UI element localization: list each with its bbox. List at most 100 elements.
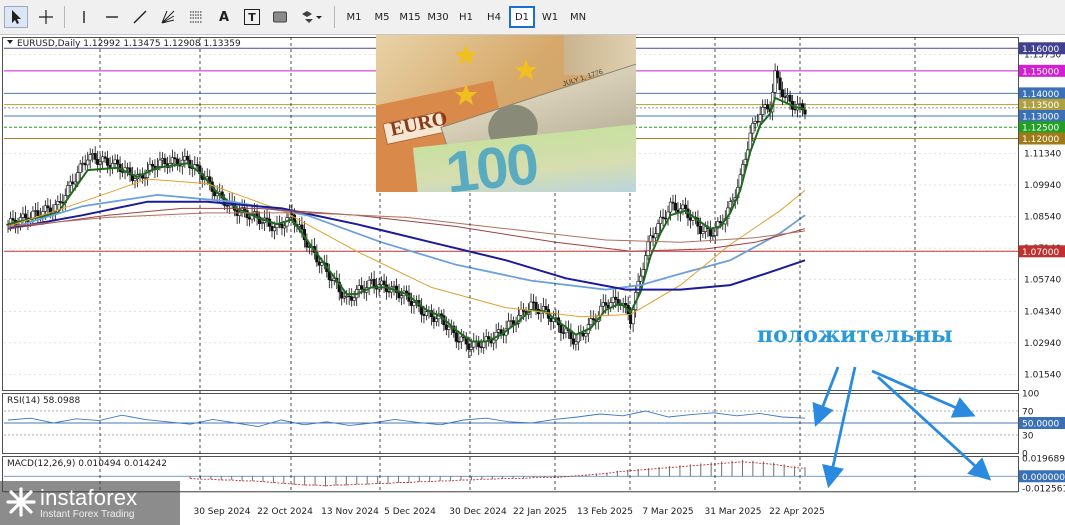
price-level-label: 1.13000 — [1022, 112, 1059, 122]
candle-body — [492, 339, 496, 344]
price-tick-label: 1.09940 — [1024, 181, 1061, 191]
candle-body — [447, 326, 451, 330]
candle-body — [544, 306, 548, 310]
toolbar: A T M1 M5 M15 M30 H1 H4 D1 W1 MN — [0, 0, 1065, 35]
trendline-icon[interactable] — [128, 6, 152, 28]
candle-body — [641, 269, 645, 277]
candle-body — [758, 114, 762, 122]
candle-body — [761, 107, 765, 115]
candle-body — [778, 77, 782, 90]
text-label-icon[interactable]: T — [240, 6, 264, 28]
candle-body — [584, 333, 588, 337]
candle-body — [487, 336, 491, 340]
candle-body — [367, 279, 371, 289]
rsi-tick-label: 100 — [1022, 390, 1039, 400]
candle-body — [454, 332, 458, 342]
timeframe-h1[interactable]: H1 — [453, 6, 479, 28]
logo-mark-icon — [6, 487, 36, 517]
candle-body — [66, 185, 70, 196]
fibonacci-retracement-icon[interactable] — [184, 6, 208, 28]
timeframe-mn[interactable]: MN — [565, 6, 591, 28]
candle-body — [106, 158, 110, 166]
candle-body — [653, 233, 658, 239]
candle-body — [434, 318, 438, 322]
cursor-arrow-icon[interactable] — [4, 6, 28, 28]
rsi-value-label: 50.0000 — [1022, 420, 1059, 430]
candle-body — [372, 278, 376, 287]
date-label: 22 Apr 2025 — [769, 507, 825, 517]
timeframe-w1[interactable]: W1 — [537, 6, 563, 28]
timeframe-m1[interactable]: M1 — [341, 6, 367, 28]
candle-body — [636, 280, 640, 293]
price-tick-label: 1.05740 — [1024, 276, 1061, 286]
candle-body — [272, 227, 277, 232]
candle-body — [656, 223, 660, 234]
candle-body — [185, 155, 189, 161]
forecast-annotation: положительны — [757, 322, 953, 348]
rectangle-icon[interactable] — [268, 6, 292, 28]
price-level-label: 1.07000 — [1022, 248, 1059, 258]
date-label: 5 Dec 2024 — [384, 507, 436, 517]
price-level-label: 1.14000 — [1022, 90, 1059, 100]
candle-body — [36, 210, 40, 217]
price-level-label: 1.13500 — [1022, 101, 1059, 111]
price-tick-label: 1.08540 — [1024, 213, 1061, 223]
price-tick-label: 1.04340 — [1024, 307, 1061, 317]
price-tick-label: 1.01540 — [1024, 370, 1061, 380]
fibonacci-fan-icon[interactable] — [156, 6, 180, 28]
candle-body — [46, 205, 50, 209]
macd-tick-label: -0.012561 — [1022, 484, 1065, 494]
timeframe-m5[interactable]: M5 — [369, 6, 395, 28]
candle-body — [803, 109, 807, 115]
shapes-dropdown-icon[interactable] — [298, 6, 326, 28]
candle-body — [412, 302, 416, 306]
price-level-label: 1.16000 — [1022, 45, 1059, 55]
logo-name: instaforex — [40, 485, 138, 510]
rsi-tick-label: 30 — [1022, 432, 1034, 442]
candle-body — [574, 341, 578, 345]
candle-body — [788, 94, 792, 102]
price-level-label: 1.12000 — [1022, 135, 1059, 145]
candle-body — [424, 311, 429, 316]
macd-value-label: 0.000000 — [1022, 473, 1065, 483]
candle-body — [352, 297, 356, 301]
instaforex-logo: instaforex Instant Forex Trading — [0, 481, 180, 525]
date-label: 30 Dec 2024 — [449, 507, 507, 517]
timeframe-m30[interactable]: M30 — [425, 6, 451, 28]
timeframe-d1[interactable]: D1 — [509, 6, 535, 28]
candle-body — [673, 202, 678, 211]
candle-body — [78, 163, 82, 173]
horizontal-line-icon[interactable] — [100, 6, 124, 28]
candle-body — [31, 210, 35, 219]
candle-body — [158, 159, 162, 167]
candle-body — [639, 275, 643, 282]
candle-body — [646, 241, 650, 256]
date-label: 13 Nov 2024 — [321, 507, 379, 517]
candle-body — [559, 324, 563, 333]
candle-body — [115, 159, 120, 165]
candle-body — [701, 231, 705, 234]
text-label-glyph: T — [244, 9, 260, 25]
candle-body — [614, 296, 618, 300]
euro-stars-icon — [455, 45, 537, 105]
candle-body — [668, 201, 673, 213]
candle-body — [76, 172, 80, 183]
timeframe-h4[interactable]: H4 — [481, 6, 507, 28]
symbol-header: EURUSD,Daily 1.12992 1.13475 1.12908 1.1… — [17, 39, 241, 49]
candle-body — [728, 201, 732, 209]
candle-body — [382, 280, 386, 286]
candle-body — [780, 89, 785, 98]
macd-header: MACD(12,26,9) 0.010494 0.014242 — [7, 459, 167, 469]
candle-body — [399, 295, 404, 299]
crosshair-icon[interactable] — [34, 6, 58, 28]
text-icon[interactable]: A — [212, 6, 236, 28]
candle-body — [23, 213, 28, 219]
price-tick-label: 1.11340 — [1024, 149, 1061, 159]
candle-body — [163, 158, 167, 165]
date-label: 22 Jan 2025 — [513, 507, 567, 517]
vertical-line-icon[interactable] — [72, 6, 96, 28]
candle-body — [86, 159, 90, 166]
candle-body — [300, 224, 304, 230]
candle-body — [766, 104, 770, 110]
timeframe-m15[interactable]: M15 — [397, 6, 423, 28]
